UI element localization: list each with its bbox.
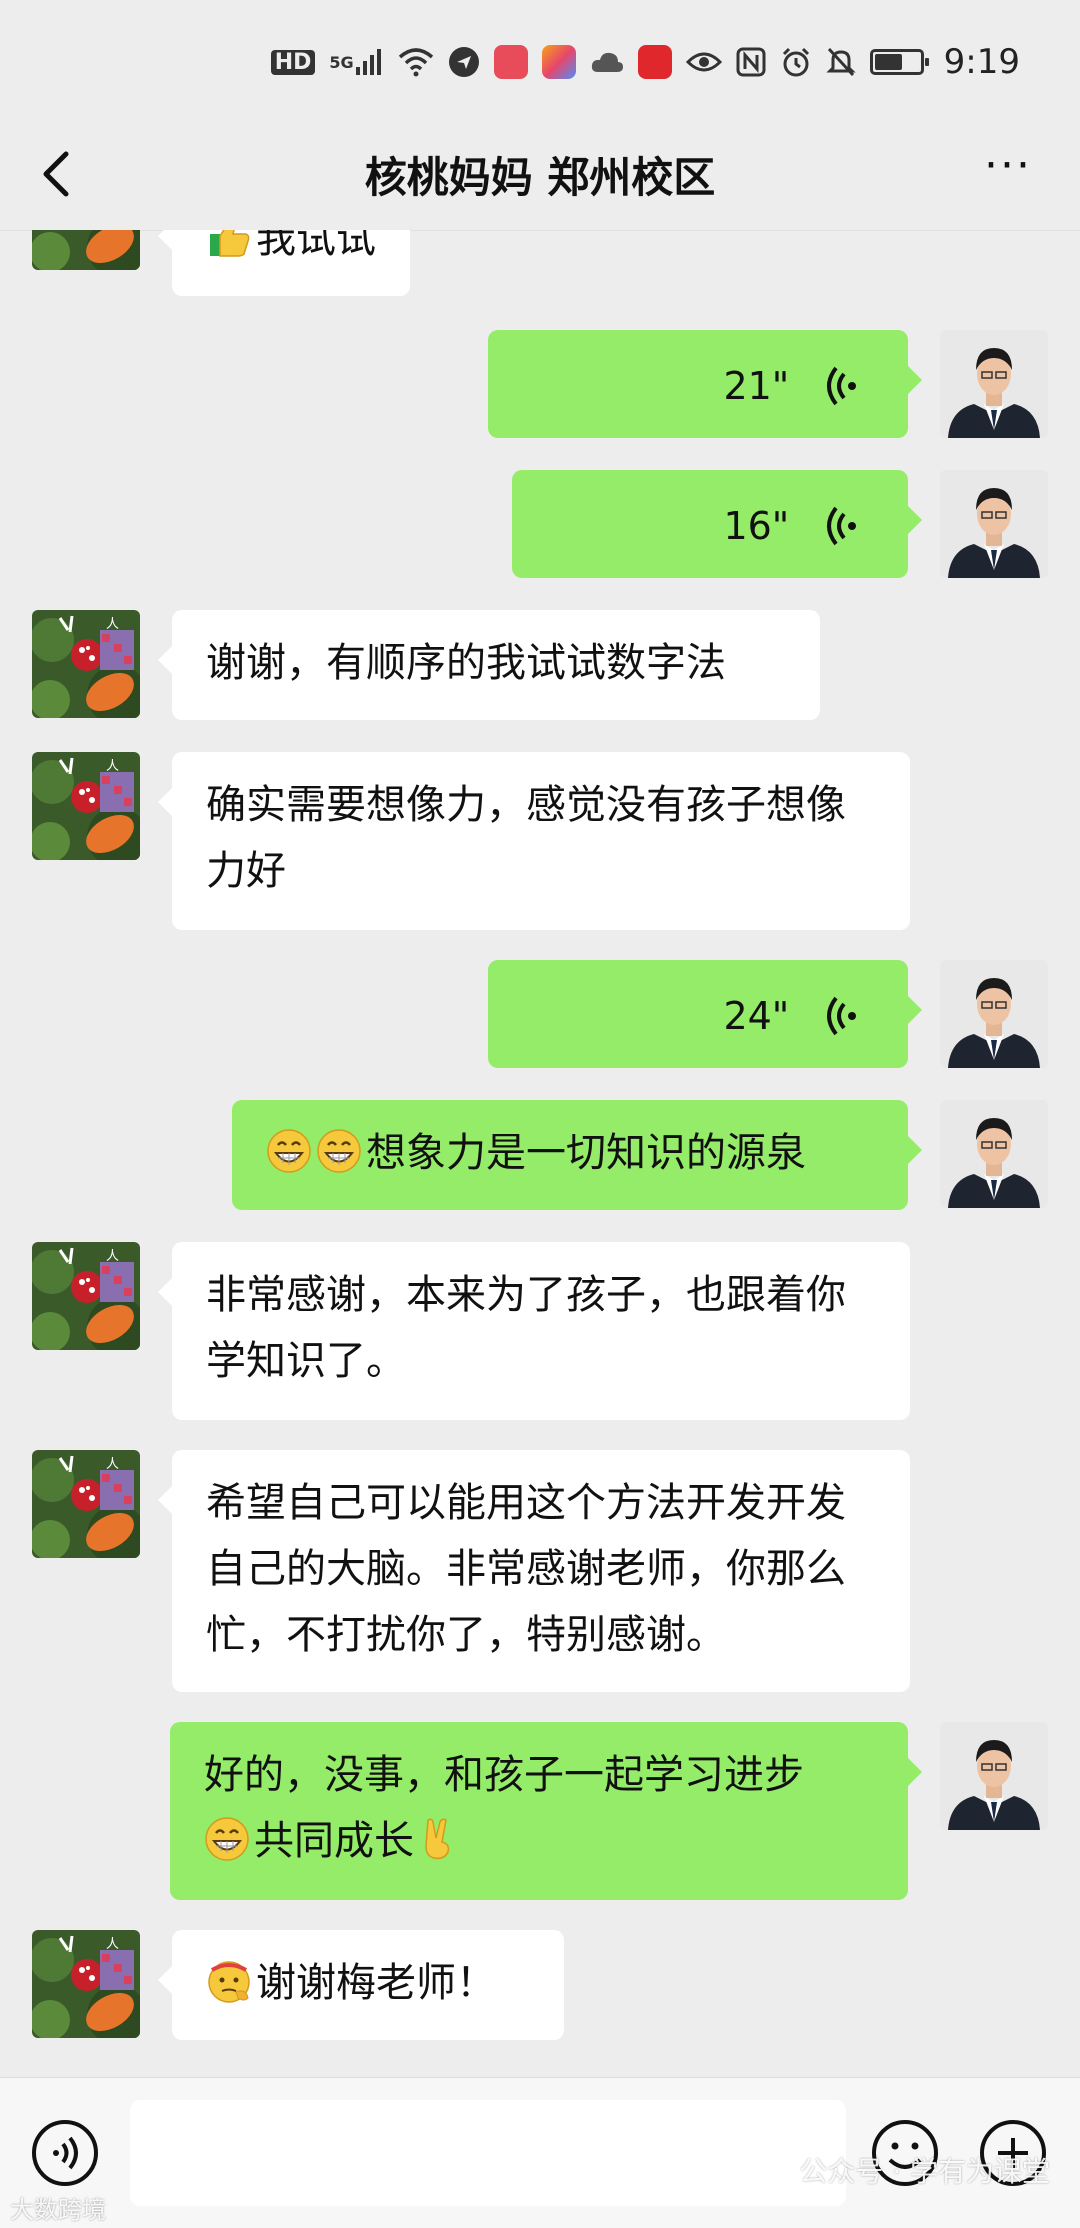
- voice-duration: 24": [723, 994, 790, 1038]
- message-bubble-outgoing[interactable]: 想象力是一切知识的源泉: [232, 1100, 922, 1210]
- thumbs-up-icon: [206, 230, 252, 260]
- voice-duration: 21": [723, 364, 790, 408]
- chat-header: 核桃妈妈 郑州校区 ···: [0, 120, 1080, 231]
- my-avatar[interactable]: [940, 1100, 1048, 1208]
- wifi-icon: [398, 47, 434, 77]
- app-colorful-icon: [541, 45, 576, 79]
- grin-icon: [266, 1128, 312, 1174]
- contact-avatar[interactable]: [32, 1242, 140, 1350]
- status-icons: HD 5G 9:19: [270, 40, 1020, 84]
- app-red-icon: [493, 45, 528, 79]
- victory-hand-icon: [414, 1816, 460, 1862]
- message-bubble-incoming[interactable]: 谢谢，有顺序的我试试数字法: [158, 610, 820, 720]
- my-avatar[interactable]: [940, 1722, 1048, 1830]
- my-avatar[interactable]: [940, 470, 1048, 578]
- my-avatar[interactable]: [940, 330, 1048, 438]
- send-icon: [448, 46, 480, 78]
- message-list[interactable]: 我试试 21" 16" 谢谢，有顺序的我试试数字法 确实需要想像力，感觉没有孩子…: [0, 230, 1080, 2077]
- message-text: 非常感谢，本来为了孩子，也跟着你学知识了。: [206, 1272, 846, 1384]
- contact-avatar[interactable]: [32, 1930, 140, 2038]
- contact-avatar[interactable]: [32, 752, 140, 860]
- contact-avatar[interactable]: [32, 230, 140, 270]
- hd-icon: HD: [270, 49, 316, 75]
- voice-wave-icon: [827, 506, 856, 546]
- chart-icon: [637, 45, 672, 79]
- status-bar: HD 5G 9:19: [0, 0, 1080, 120]
- voice-duration: 16": [723, 504, 790, 548]
- grin-icon: [204, 1816, 250, 1862]
- more-options-button[interactable]: ···: [976, 142, 1040, 206]
- message-bubble-incoming[interactable]: 确实需要想像力，感觉没有孩子想像力好: [158, 752, 910, 930]
- message-text: 想象力是一切知识的源泉: [366, 1130, 806, 1176]
- voice-wave-icon: [827, 366, 856, 406]
- battery-icon: [869, 49, 929, 75]
- contact-avatar[interactable]: [32, 610, 140, 718]
- cloud-icon: [590, 50, 624, 74]
- grin-icon: [316, 1128, 362, 1174]
- message-input[interactable]: [130, 2100, 846, 2206]
- voice-wave-icon: [827, 996, 856, 1036]
- message-bubble-incoming[interactable]: 谢谢梅老师！: [158, 1930, 564, 2040]
- voice-message-bubble[interactable]: 16": [512, 470, 922, 578]
- alarm-icon: [780, 46, 812, 78]
- voice-mode-icon: [32, 2120, 98, 2186]
- nfc-icon: [736, 47, 766, 77]
- signal-5g-icon: 5G: [329, 47, 383, 77]
- mute-icon: [826, 46, 856, 78]
- eye-icon: [685, 50, 722, 74]
- message-text: 确实需要想像力，感觉没有孩子想像力好: [206, 782, 846, 894]
- my-avatar[interactable]: [940, 960, 1048, 1068]
- chat-title: 核桃妈妈 郑州校区: [364, 153, 716, 202]
- message-text-line2: 共同成长: [254, 1818, 414, 1864]
- message-text: 希望自己可以能用这个方法开发开发自己的大脑。非常感谢老师，你那么忙，不打扰你了，…: [206, 1480, 846, 1658]
- message-text-line1: 好的，没事，和孩子一起学习进步: [204, 1752, 804, 1798]
- message-text: 谢谢，有顺序的我试试数字法: [206, 640, 726, 686]
- status-time: 9:19: [943, 42, 1020, 82]
- message-bubble-incoming[interactable]: 我试试: [158, 230, 410, 296]
- message-bubble-outgoing[interactable]: 好的，没事，和孩子一起学习进步 共同成长: [170, 1722, 922, 1900]
- voice-message-bubble[interactable]: 24": [488, 960, 922, 1068]
- voice-message-bubble[interactable]: 21": [488, 330, 922, 438]
- message-text: 谢谢梅老师！: [256, 1960, 496, 2006]
- watermark-official-account: 公众号 · 学有为课堂: [799, 2155, 1050, 2188]
- message-bubble-incoming[interactable]: 非常感谢，本来为了孩子，也跟着你学知识了。: [158, 1242, 910, 1420]
- voice-mode-button[interactable]: [30, 2118, 100, 2188]
- contact-avatar[interactable]: [32, 1450, 140, 1558]
- message-text: 我试试: [256, 230, 376, 262]
- message-bubble-incoming[interactable]: 希望自己可以能用这个方法开发开发自己的大脑。非常感谢老师，你那么忙，不打扰你了，…: [158, 1450, 910, 1692]
- watermark-brand: 大数跨境: [10, 2196, 106, 2224]
- thinking-face-icon: [206, 1958, 252, 2004]
